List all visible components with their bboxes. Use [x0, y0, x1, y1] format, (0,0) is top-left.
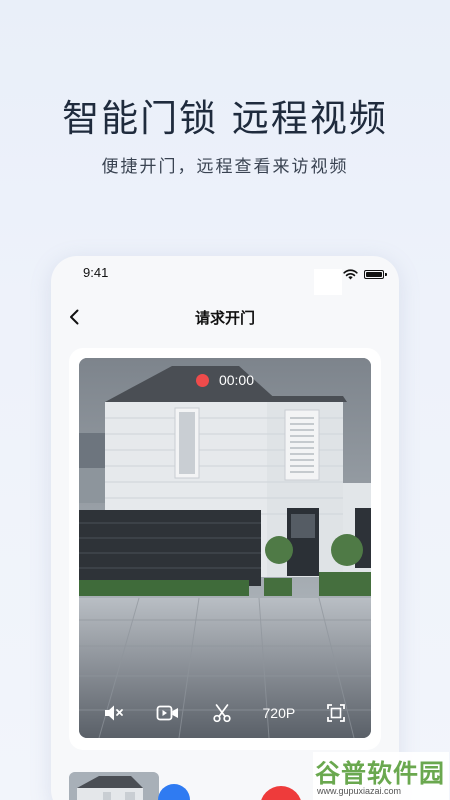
recording-indicator: 00:00	[79, 372, 371, 388]
house-camera-image	[79, 358, 371, 738]
unlock-button[interactable]	[158, 784, 190, 800]
promo-headline: 智能门锁 远程视频	[62, 97, 388, 140]
status-bar: 9:41	[51, 256, 399, 295]
status-blank-patch	[314, 269, 342, 295]
status-time: 9:41	[83, 265, 109, 280]
watermark-url: www.gupuxiazai.com	[317, 786, 402, 796]
video-feed[interactable]: 00:00 720P	[79, 358, 371, 738]
video-card: 00:00 720P	[69, 348, 381, 750]
hangup-button[interactable]	[260, 786, 302, 800]
video-camera-icon[interactable]	[155, 700, 181, 726]
phone-mockup: 9:41 请求开门 00:00 720P	[51, 256, 399, 800]
watermark-logo: 谷普软件园	[315, 759, 446, 788]
nav-bar: 请求开门	[51, 300, 399, 334]
fullscreen-icon[interactable]	[323, 700, 349, 726]
resolution-toggle[interactable]: 720P	[263, 705, 296, 721]
scissors-icon[interactable]	[209, 700, 235, 726]
recording-time: 00:00	[218, 372, 255, 388]
wifi-icon	[343, 269, 358, 280]
page-title: 请求开门	[194, 309, 255, 327]
promo-subline: 便捷开门，远程查看来访视频	[101, 157, 349, 177]
video-controls: 720P	[79, 688, 371, 738]
speaker-mute-icon[interactable]	[101, 700, 127, 726]
recording-dot	[195, 374, 209, 387]
snapshot-thumbnail[interactable]	[69, 772, 159, 800]
battery-icon	[364, 270, 387, 279]
site-watermark: 谷普软件园 www.gupuxiazai.com	[313, 752, 449, 800]
